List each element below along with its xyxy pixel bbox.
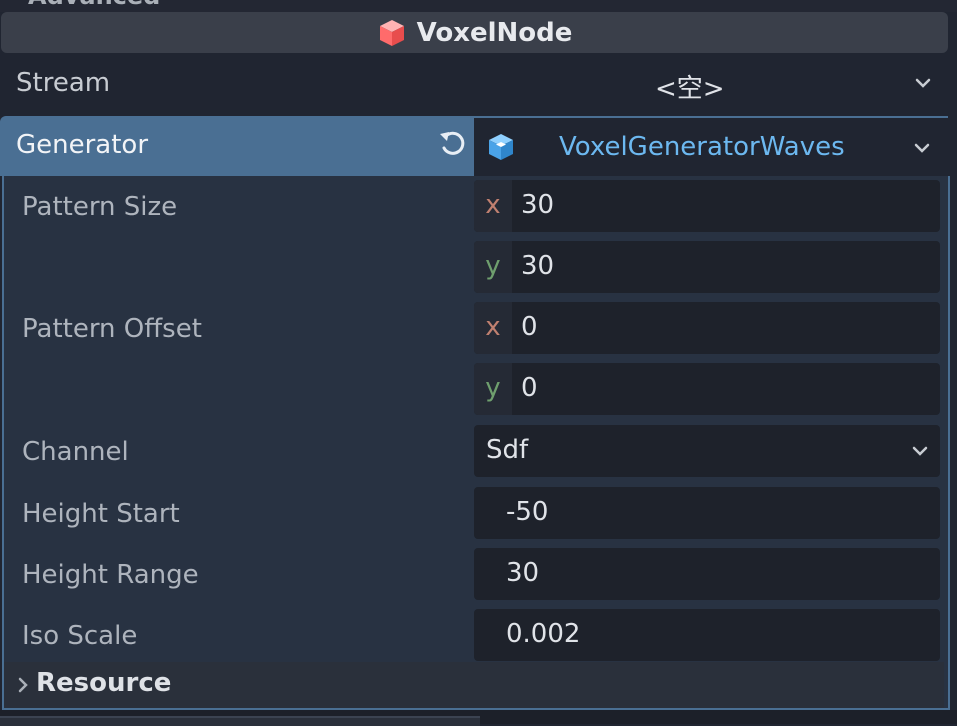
height-range-field[interactable]: 30: [474, 548, 940, 600]
iso-scale-label: Iso Scale: [22, 621, 138, 651]
red-cube-icon: [379, 19, 404, 46]
channel-label: Channel: [22, 437, 129, 467]
height-start-value[interactable]: -50: [506, 497, 548, 527]
stream-property-row: Stream <空>: [0, 58, 948, 108]
next-section-edge: [0, 716, 480, 726]
pattern-offset-y-field[interactable]: 0: [474, 363, 940, 415]
pattern-offset-x-field[interactable]: 0: [474, 302, 940, 354]
chevron-right-icon: [18, 677, 28, 693]
stream-label: Stream: [16, 68, 111, 98]
chevron-down-icon[interactable]: [912, 138, 932, 158]
pattern-offset-x-value[interactable]: 0: [521, 312, 538, 342]
pattern-offset-y-value[interactable]: 0: [521, 373, 538, 403]
channel-dropdown[interactable]: Sdf: [474, 425, 940, 477]
next-section-cut: [0, 710, 957, 726]
generator-property-row: Generator: [0, 116, 474, 176]
stream-value-dropdown[interactable]: <空>: [655, 68, 725, 105]
pattern-size-x-field[interactable]: 30: [474, 180, 940, 232]
axis-x-label: x: [474, 302, 512, 354]
generator-label: Generator: [16, 130, 149, 160]
axis-y-label: y: [474, 363, 512, 415]
chevron-down-icon[interactable]: [913, 73, 933, 93]
generator-resource-picker[interactable]: VoxelGeneratorWaves: [474, 116, 948, 178]
pattern-size-label: Pattern Size: [22, 192, 178, 222]
pattern-size-y-field[interactable]: 30: [474, 241, 940, 293]
chevron-down-icon[interactable]: [910, 441, 930, 461]
section-header-cut-label: Advanced: [28, 0, 160, 10]
pattern-size-y-value[interactable]: 30: [521, 251, 554, 281]
iso-scale-field[interactable]: 0.002: [474, 609, 940, 661]
revert-icon[interactable]: [436, 128, 468, 160]
pattern-offset-label: Pattern Offset: [22, 314, 202, 344]
section-header-cut[interactable]: Advanced: [0, 0, 957, 12]
class-title: VoxelNode: [416, 17, 573, 48]
height-start-field[interactable]: -50: [474, 487, 940, 539]
channel-value: Sdf: [486, 435, 529, 465]
class-header: VoxelNode: [1, 12, 948, 53]
resource-section-label: Resource: [36, 668, 172, 698]
blue-cube-icon: [489, 134, 513, 160]
iso-scale-value[interactable]: 0.002: [506, 619, 580, 649]
generator-type-label[interactable]: VoxelGeneratorWaves: [559, 132, 845, 162]
pattern-size-x-value[interactable]: 30: [521, 190, 554, 220]
axis-y-label: y: [474, 241, 512, 293]
height-start-label: Height Start: [22, 499, 180, 529]
axis-x-label: x: [474, 180, 512, 232]
height-range-label: Height Range: [22, 560, 199, 590]
height-range-value[interactable]: 30: [506, 558, 539, 588]
resource-section-header[interactable]: Resource: [4, 662, 944, 708]
